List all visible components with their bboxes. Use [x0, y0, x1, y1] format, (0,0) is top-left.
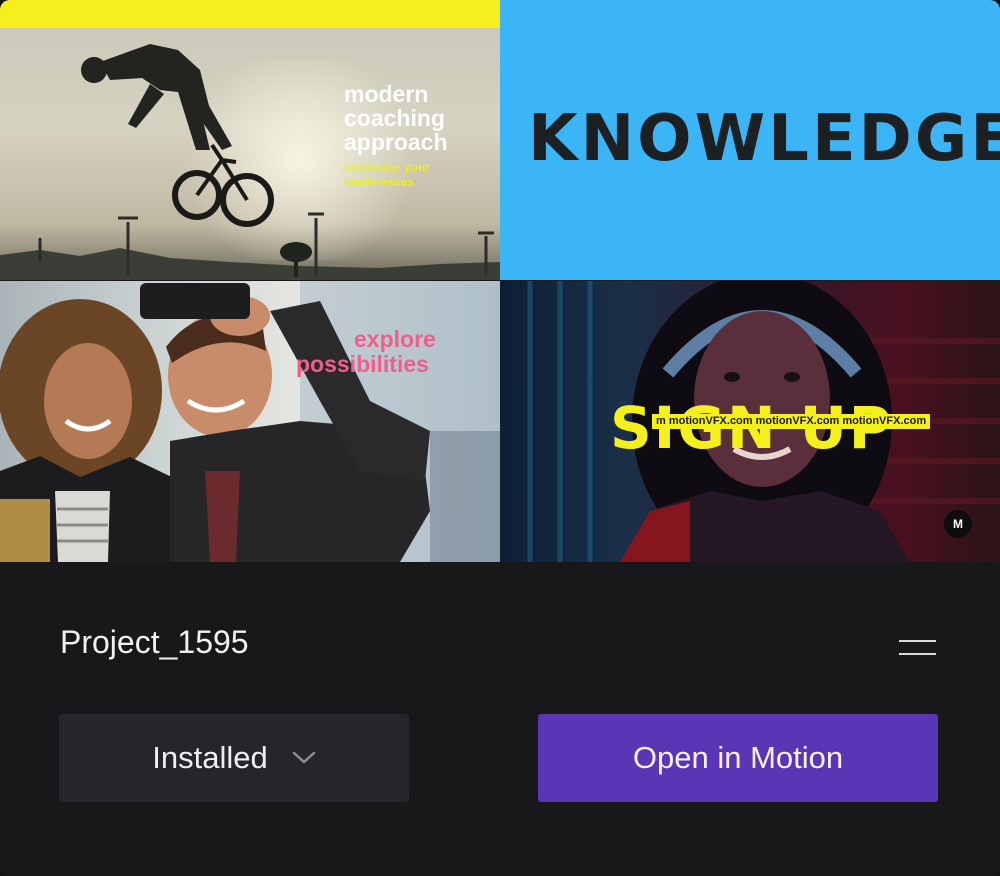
bmx-subline-line-2: weaknesses	[344, 175, 415, 189]
bmx-headline-line-1: modern	[344, 81, 429, 107]
knowledge-headline: KNOWLEDGE	[528, 102, 1000, 176]
selfie-headline-line-1: explore	[354, 326, 436, 352]
project-title: Project_1595	[60, 624, 249, 660]
status-dropdown-label: Installed	[152, 740, 268, 775]
selfie-scene-image	[0, 281, 500, 562]
preview-signup: SIGN UP m motionVFX.com motionVFX.com mo…	[500, 281, 1000, 562]
preview-grid: modern coaching approach overcome your w…	[0, 0, 1000, 562]
bmx-headline-line-3: approach	[344, 129, 448, 155]
watermark-ticker: m motionVFX.com motionVFX.com motionVFX.…	[652, 414, 931, 429]
open-in-motion-label: Open in Motion	[632, 740, 844, 775]
status-dropdown[interactable]: Installed	[59, 714, 409, 802]
motionvfx-logo-badge: M	[944, 510, 972, 538]
project-card: modern coaching approach overcome your w…	[0, 0, 1000, 876]
open-in-motion-button[interactable]: Open in Motion	[538, 714, 938, 802]
preview-knowledge: KNOWLEDGE	[500, 0, 1000, 280]
menu-icon[interactable]	[890, 630, 946, 666]
preview-selfie: explore possibilities	[0, 281, 500, 562]
bmx-headline-line-2: coaching	[344, 105, 445, 131]
chevron-down-icon	[292, 751, 315, 764]
selfie-headline-line-2: possibilities	[296, 351, 429, 377]
preview-bmx: modern coaching approach overcome your w…	[0, 0, 500, 280]
bmx-subline-line-1: overcome your	[344, 160, 431, 174]
